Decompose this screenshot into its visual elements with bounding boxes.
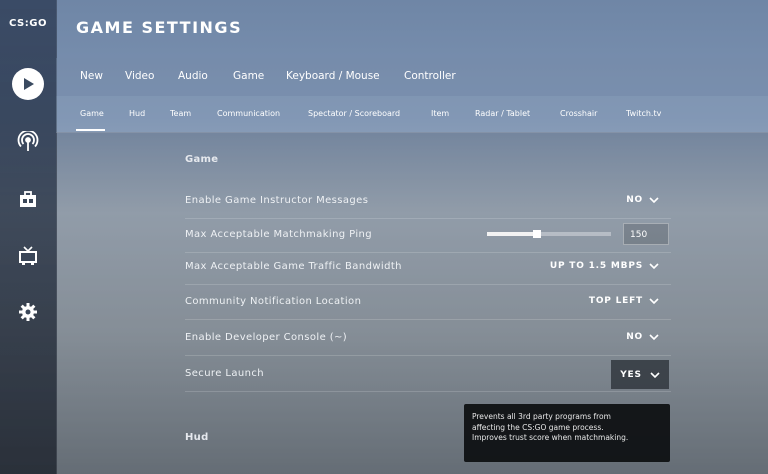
play-button[interactable] xyxy=(10,66,46,102)
ping-slider[interactable] xyxy=(487,230,611,238)
setting-label: Secure Launch xyxy=(185,368,264,379)
chevron-down-icon xyxy=(649,298,659,305)
setting-dropdown[interactable]: YES xyxy=(611,360,669,389)
tab-video[interactable]: Video xyxy=(125,70,154,82)
subtab-game[interactable]: Game xyxy=(80,109,104,118)
setting-row-console[interactable]: Enable Developer Console (~) NO xyxy=(185,321,671,356)
tooltip-line: Prevents all 3rd party programs from xyxy=(472,412,611,421)
setting-value: NO xyxy=(626,332,643,342)
slider-handle[interactable] xyxy=(532,230,541,238)
inventory-button[interactable] xyxy=(10,182,46,218)
page-title: GAME SETTINGS xyxy=(76,18,243,37)
setting-value: YES xyxy=(620,369,642,380)
sub-nav: Game Hud Team Communication Spectator / … xyxy=(56,96,768,133)
tab-game[interactable]: Game xyxy=(233,70,264,82)
tv-icon xyxy=(19,246,37,265)
section-title-hud: Hud xyxy=(185,432,209,443)
setting-label: Max Acceptable Matchmaking Ping xyxy=(185,229,373,240)
setting-dropdown[interactable]: NO xyxy=(626,195,659,205)
subtab-communication[interactable]: Communication xyxy=(217,109,280,118)
setting-value: TOP LEFT xyxy=(588,296,643,306)
subtab-spectator-scoreboard[interactable]: Spectator / Scoreboard xyxy=(308,109,400,118)
setting-label: Community Notification Location xyxy=(185,296,362,307)
setting-dropdown[interactable]: UP TO 1.5 MBPS xyxy=(550,261,659,271)
setting-row-notification[interactable]: Community Notification Location TOP LEFT xyxy=(185,285,671,320)
top-nav: New Video Audio Game Keyboard / Mouse Co… xyxy=(56,58,768,96)
setting-dropdown[interactable]: TOP LEFT xyxy=(589,296,659,306)
setting-row-ping[interactable]: Max Acceptable Matchmaking Ping 150 xyxy=(185,218,671,253)
setting-value: UP TO 1.5 MBPS xyxy=(549,261,643,271)
subtab-hud[interactable]: Hud xyxy=(129,109,145,118)
ping-value-input[interactable]: 150 xyxy=(623,223,669,245)
tab-audio[interactable]: Audio xyxy=(178,70,208,82)
subtab-twitch[interactable]: Twitch.tv xyxy=(626,109,661,118)
setting-label: Enable Developer Console (~) xyxy=(185,332,348,343)
setting-row-bandwidth[interactable]: Max Acceptable Game Traffic Bandwidth UP… xyxy=(185,250,671,285)
tab-keyboard-mouse[interactable]: Keyboard / Mouse xyxy=(286,70,380,82)
setting-label: Enable Game Instructor Messages xyxy=(185,195,369,206)
tv-button[interactable] xyxy=(10,238,46,274)
setting-dropdown[interactable]: NO xyxy=(626,332,659,342)
subtab-item[interactable]: Item xyxy=(431,109,449,118)
header: GAME SETTINGS xyxy=(56,0,768,50)
tooltip-line: Improves trust score when matchmaking. xyxy=(472,433,629,442)
gear-icon xyxy=(19,303,37,321)
settings-button[interactable] xyxy=(10,294,46,330)
section-title-game: Game xyxy=(185,154,219,165)
subtab-team[interactable]: Team xyxy=(170,109,191,118)
tab-new[interactable]: New xyxy=(80,70,103,82)
tooltip-line: affecting the CS:GO game process. xyxy=(472,422,604,432)
inventory-icon xyxy=(20,191,36,207)
chevron-down-icon xyxy=(649,263,659,270)
chevron-down-icon xyxy=(650,371,660,378)
setting-row-secure-launch[interactable]: Secure Launch YES xyxy=(185,357,671,392)
secure-launch-tooltip: Prevents all 3rd party programs from aff… xyxy=(464,404,670,462)
watch-button[interactable] xyxy=(10,124,46,160)
setting-value: NO xyxy=(626,195,643,205)
broadcast-icon xyxy=(17,131,39,151)
sidebar: CS:GO xyxy=(0,0,57,474)
csgo-logo: CS:GO xyxy=(9,18,47,29)
chevron-down-icon xyxy=(649,334,659,341)
play-icon xyxy=(12,68,44,100)
chevron-down-icon xyxy=(649,197,659,204)
subtab-crosshair[interactable]: Crosshair xyxy=(560,109,597,118)
subtab-radar-tablet[interactable]: Radar / Tablet xyxy=(475,109,530,118)
slider-fill xyxy=(487,232,537,236)
setting-row-instructor[interactable]: Enable Game Instructor Messages NO xyxy=(185,184,671,219)
setting-label: Max Acceptable Game Traffic Bandwidth xyxy=(185,261,402,272)
active-tab-indicator xyxy=(76,129,105,131)
tab-controller[interactable]: Controller xyxy=(404,70,456,82)
